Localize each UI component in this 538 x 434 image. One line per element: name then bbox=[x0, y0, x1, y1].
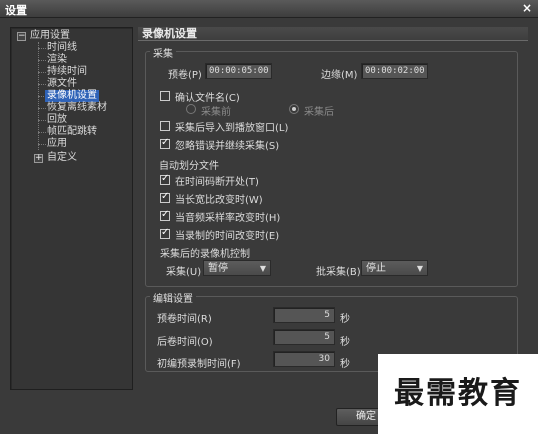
postroll-time-field[interactable]: 5 bbox=[273, 329, 335, 345]
batch-action-value: 停止 bbox=[366, 263, 386, 274]
tree-item-restore-offline[interactable]: 恢复离线素材 bbox=[47, 102, 107, 114]
tree-item-timeline[interactable]: 时间线 bbox=[47, 42, 77, 54]
settings-tree: − 应用设置 时间线 渲染 持续时间 源文件 录像机设置 恢复离线素材 回放 帧… bbox=[10, 27, 133, 390]
postroll-time-label: 后卷时间(O) bbox=[157, 337, 213, 348]
split-samplerate-checkbox[interactable] bbox=[160, 209, 170, 221]
capture-action-dropdown[interactable]: 暂停 ▼ bbox=[203, 260, 271, 276]
tree-connector bbox=[38, 120, 46, 121]
split-samplerate-label: 当音频采样率改变时(H) bbox=[175, 213, 281, 224]
prerecord-time-field[interactable]: 30 bbox=[273, 351, 335, 367]
window-title: 设置 bbox=[5, 4, 27, 17]
batch-action-dropdown[interactable]: 停止 ▼ bbox=[361, 260, 428, 276]
preroll-label: 预卷(P) bbox=[168, 70, 202, 81]
preroll-field[interactable]: 00:00:05:00 bbox=[205, 63, 272, 79]
split-aspect-checkbox[interactable] bbox=[160, 191, 170, 203]
tree-connector bbox=[38, 60, 46, 61]
tree-item-deck-settings[interactable]: 录像机设置 bbox=[45, 90, 99, 102]
collapse-icon[interactable]: − bbox=[17, 32, 26, 41]
tree-item-render[interactable]: 渲染 bbox=[47, 54, 67, 66]
preroll-time-field[interactable]: 5 bbox=[273, 307, 335, 323]
tree-connector bbox=[38, 144, 46, 145]
import-to-player-label: 采集后导入到播放窗口(L) bbox=[175, 123, 289, 134]
ignore-errors-label: 忽略错误并继续采集(S) bbox=[175, 141, 280, 152]
tree-connector bbox=[38, 72, 46, 73]
preroll-time-unit: 秒 bbox=[340, 314, 350, 325]
prerecord-time-unit: 秒 bbox=[340, 359, 350, 370]
tree-connector bbox=[38, 48, 46, 49]
watermark-logo: 最需教育 bbox=[378, 354, 538, 434]
after-capture-label: 采集后 bbox=[304, 107, 334, 118]
chevron-down-icon: ▼ bbox=[416, 264, 423, 273]
split-timecode-checkbox[interactable] bbox=[160, 173, 170, 185]
margin-field[interactable]: 00:00:02:00 bbox=[361, 63, 428, 79]
before-capture-label: 采集前 bbox=[201, 107, 231, 118]
confirm-filename-checkbox[interactable] bbox=[160, 91, 170, 101]
confirm-filename-label: 确认文件名(C) bbox=[175, 93, 240, 104]
tree-connector bbox=[38, 132, 46, 133]
tree-item-duration[interactable]: 持续时间 bbox=[47, 66, 87, 78]
auto-split-heading: 自动划分文件 bbox=[159, 161, 219, 172]
close-icon[interactable]: × bbox=[522, 1, 532, 15]
margin-label: 边缘(M) bbox=[321, 70, 358, 81]
ignore-errors-checkbox[interactable] bbox=[160, 137, 170, 149]
split-rectime-checkbox[interactable] bbox=[160, 227, 170, 239]
tree-item-playback[interactable]: 回放 bbox=[47, 114, 67, 126]
tree-connector bbox=[38, 84, 46, 85]
prerecord-time-label: 初编预录制时间(F) bbox=[157, 359, 241, 370]
tree-item-custom[interactable]: 自定义 bbox=[47, 152, 77, 164]
tree-connector bbox=[38, 108, 46, 109]
batch-action-label: 批采集(B) bbox=[316, 267, 361, 278]
deck-control-heading: 采集后的录像机控制 bbox=[160, 249, 250, 260]
preroll-time-label: 预卷时间(R) bbox=[157, 314, 212, 325]
capture-group-label: 采集 bbox=[150, 45, 176, 60]
split-rectime-label: 当录制的时间改变时(E) bbox=[175, 231, 280, 242]
split-aspect-label: 当长宽比改变时(W) bbox=[175, 195, 263, 206]
split-timecode-label: 在时间码断开处(T) bbox=[175, 177, 259, 188]
tree-item-app-settings[interactable]: 应用设置 bbox=[30, 30, 70, 42]
tree-item-source-file[interactable]: 源文件 bbox=[47, 78, 77, 90]
tree-item-application[interactable]: 应用 bbox=[47, 138, 67, 150]
edit-settings-group-label: 编辑设置 bbox=[150, 290, 196, 305]
title-bar: 设置 × bbox=[0, 0, 538, 18]
chevron-down-icon: ▼ bbox=[259, 264, 266, 273]
import-to-player-checkbox[interactable] bbox=[160, 121, 170, 131]
tree-item-match-frame[interactable]: 帧匹配跳转 bbox=[47, 126, 97, 138]
panel-title: 录像机设置 bbox=[138, 27, 528, 41]
expand-icon[interactable]: + bbox=[34, 154, 43, 163]
capture-action-value: 暂停 bbox=[208, 263, 228, 274]
postroll-time-unit: 秒 bbox=[340, 337, 350, 348]
before-capture-radio[interactable] bbox=[186, 104, 196, 114]
after-capture-radio[interactable] bbox=[289, 104, 299, 114]
capture-action-label: 采集(U) bbox=[166, 267, 202, 278]
